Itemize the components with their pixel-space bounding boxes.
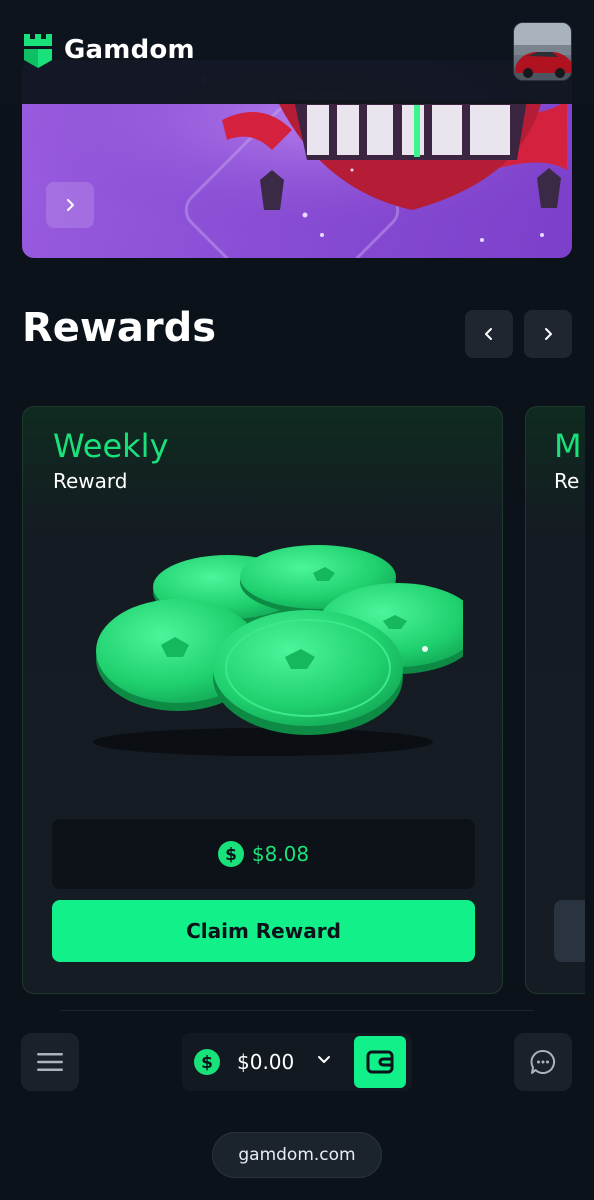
wallet-button[interactable] [354,1036,406,1088]
svg-text:$: $ [201,1053,213,1073]
wallet-icon [366,1050,394,1074]
reward-amount: $ $8.08 [52,819,475,889]
reward-type: Weekly [53,427,169,465]
reward-card-next: M Re [525,406,585,994]
chevron-right-icon [545,328,552,340]
claim-reward-button[interactable]: Claim Reward [52,900,475,962]
dollar-coin-icon: $ [194,1049,220,1075]
rewards-next-button[interactable] [524,310,572,358]
brand-logo[interactable]: Gamdom [22,30,195,70]
banner-next-button[interactable] [46,182,94,228]
divider [60,1010,534,1011]
reward-card-weekly: Weekly Reward $ $8.08 Claim Reward [22,406,503,994]
browser-url[interactable]: gamdom.com [212,1132,382,1178]
user-avatar-car-photo [514,23,571,80]
brand-name: Gamdom [64,35,195,65]
chat-button[interactable] [514,1033,572,1091]
reward-type: M [554,427,582,465]
chevron-left-icon [485,328,492,340]
reward-subtitle: Reward [53,469,128,493]
balance-value: $0.00 [237,1050,295,1074]
svg-text:$: $ [225,845,237,865]
page-title: Rewards [22,305,217,351]
castle-logo-icon [24,34,52,68]
rewards-prev-button[interactable] [465,310,513,358]
green-coins-illustration [93,545,463,756]
top-bar: Gamdom [0,0,594,104]
chevron-right-icon [67,199,74,211]
wallet-balance-widget[interactable]: $ $0.00 [182,1033,412,1091]
menu-button[interactable] [21,1033,79,1091]
reward-amount-value: $8.08 [251,842,310,866]
claim-reward-button[interactable] [554,900,585,962]
dollar-coin-icon: $ [217,841,244,867]
chat-bubble-icon [530,1049,555,1074]
chevron-down-icon[interactable] [316,1052,332,1068]
avatar[interactable] [513,22,572,81]
reward-subtitle: Re [554,469,580,493]
hamburger-menu-icon [37,1053,63,1071]
